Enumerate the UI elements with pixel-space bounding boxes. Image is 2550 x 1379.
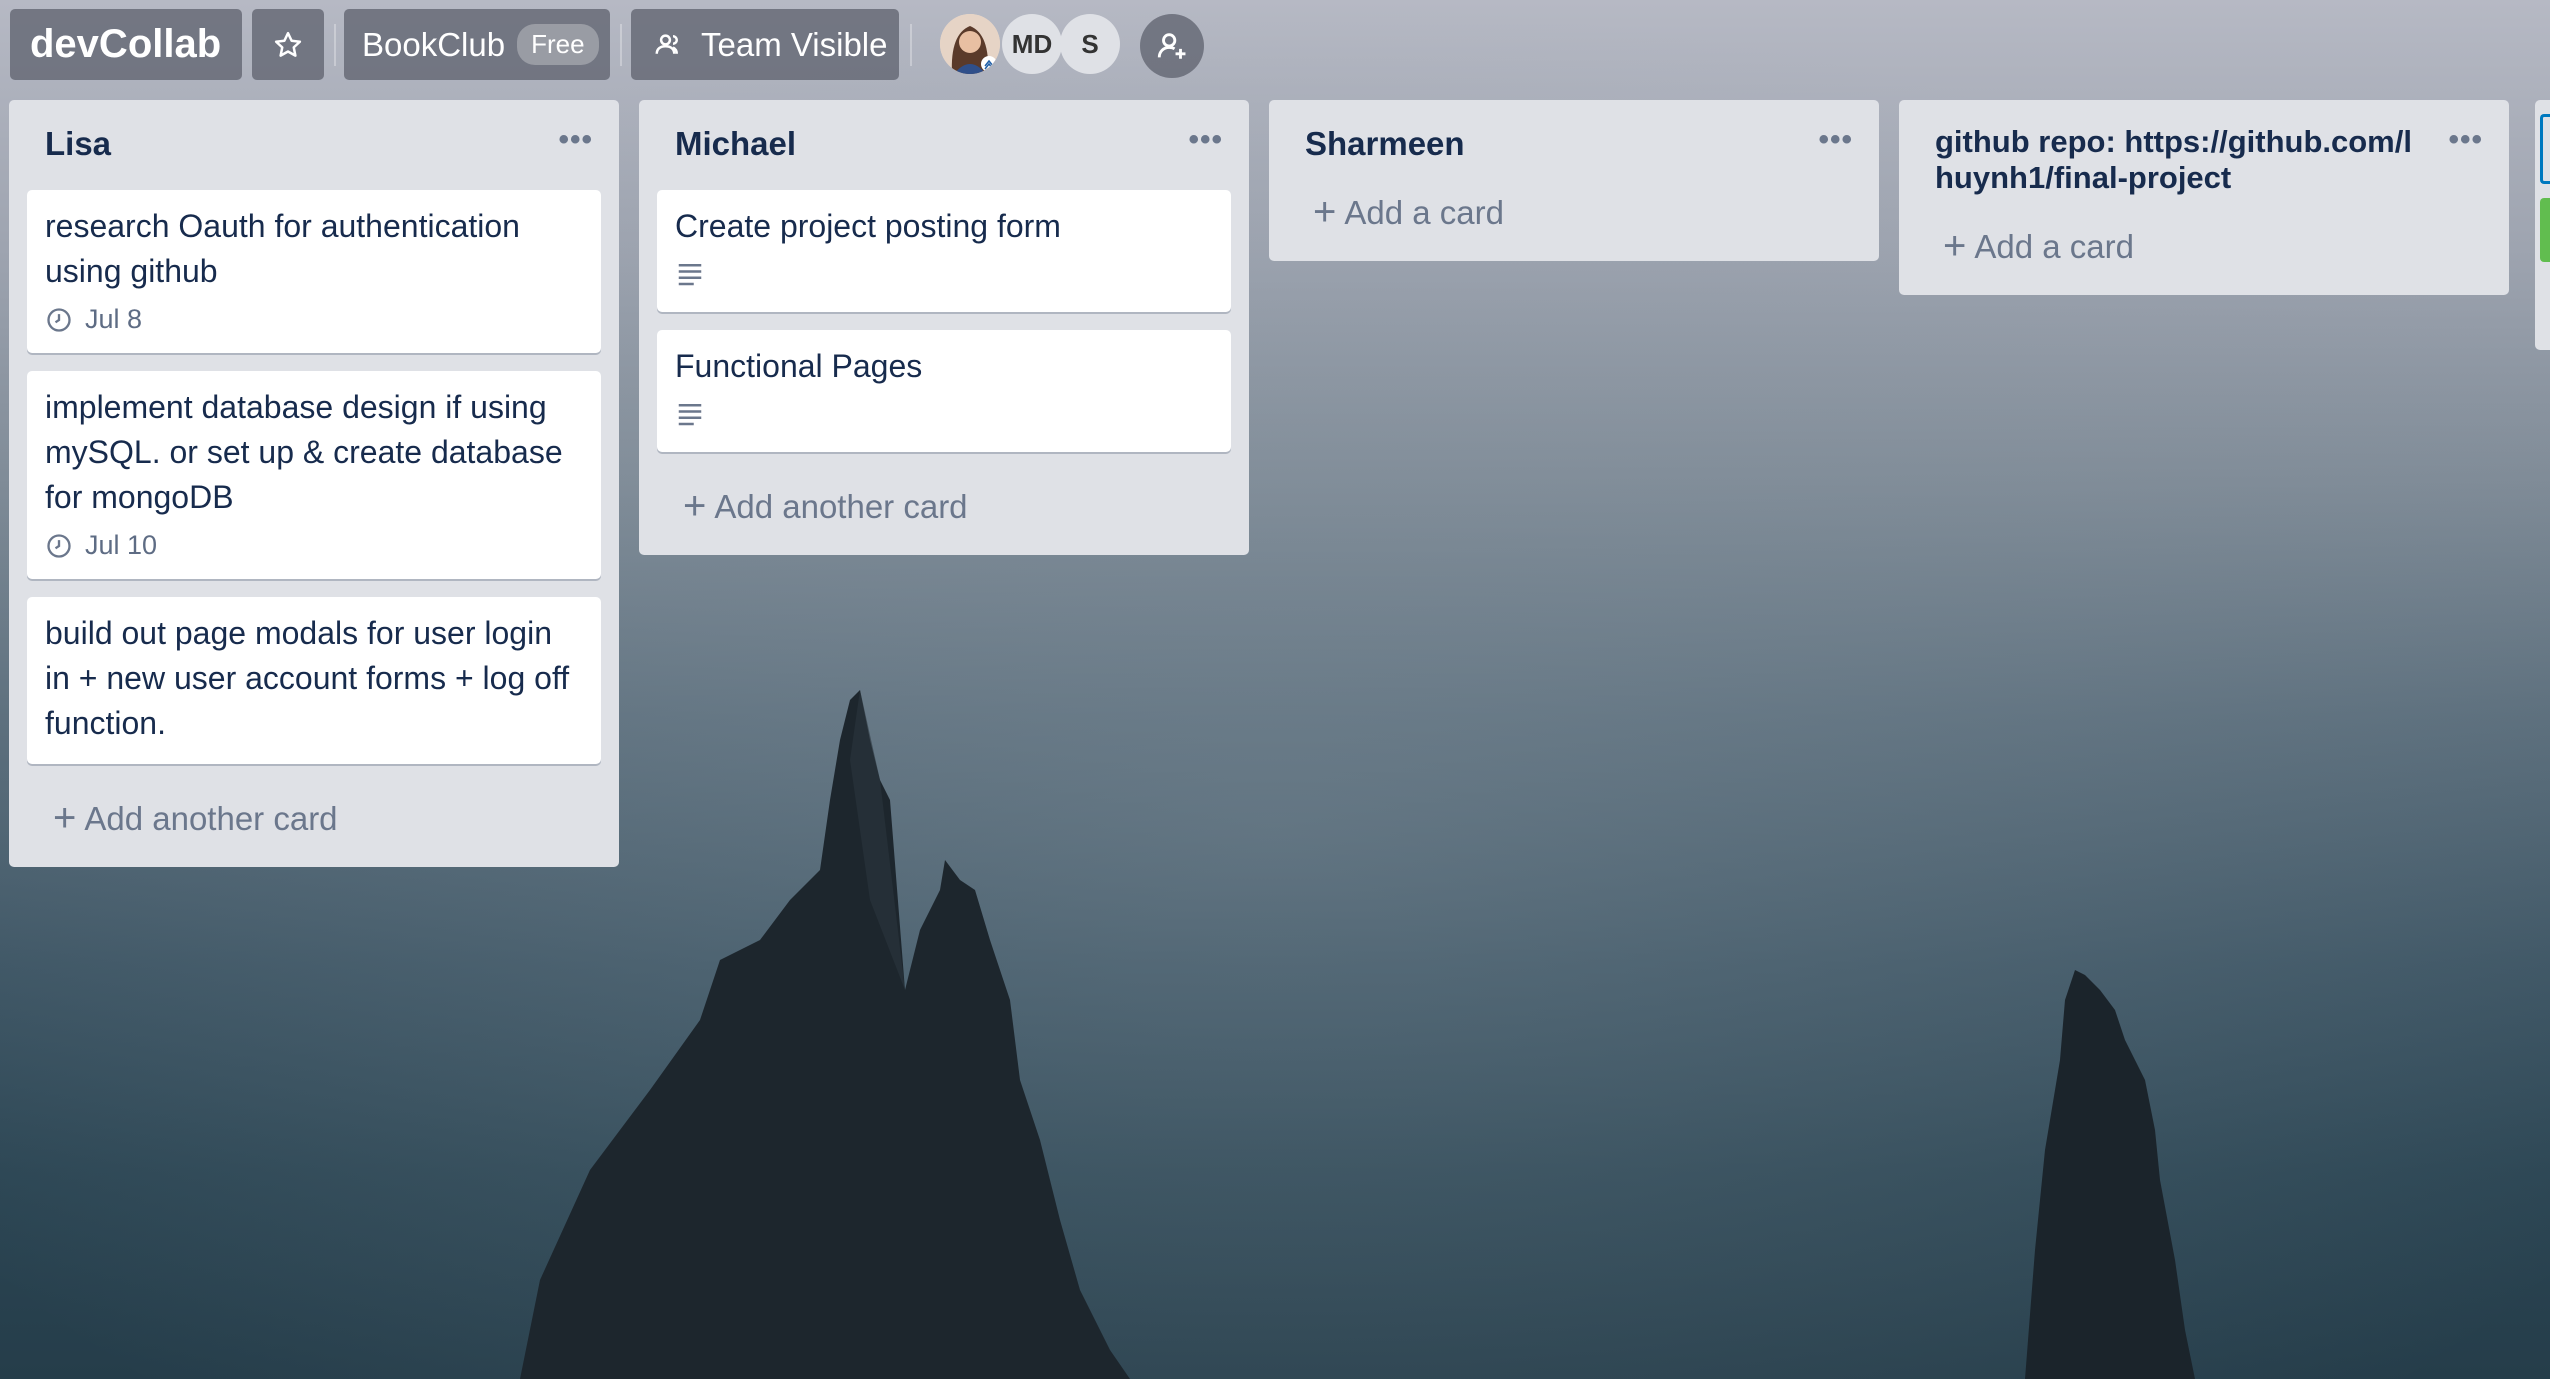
list-header[interactable]: Lisa •••	[9, 100, 619, 162]
team-name: BookClub	[362, 25, 506, 63]
add-card-label: Add another card	[84, 799, 338, 837]
member-initials: MD	[1011, 28, 1053, 59]
list-title: github repo: https://github.com/lhuynh1/…	[1935, 124, 2412, 195]
description-indicator	[675, 259, 1213, 294]
add-card-button[interactable]: + Add a card	[1899, 196, 2509, 295]
member-avatar[interactable]	[940, 14, 1000, 74]
star-board-button[interactable]	[252, 9, 324, 80]
card-title: implement database design if using mySQL…	[45, 389, 563, 515]
next-list-partial[interactable]	[2535, 100, 2550, 350]
add-member-icon	[1157, 33, 1186, 59]
card[interactable]: implement database design if using mySQL…	[27, 371, 601, 579]
card[interactable]: build out page modals for user login in …	[27, 597, 601, 764]
due-date-badge: Jul 10	[45, 530, 583, 561]
description-icon	[678, 264, 702, 286]
card-title: Functional Pages	[675, 348, 923, 384]
due-date: Jul 10	[85, 530, 158, 560]
card-title: build out page modals for user login in …	[45, 615, 570, 741]
board-title: devCollab	[30, 22, 222, 66]
more-icon[interactable]: •••	[1188, 122, 1223, 158]
list-title: Lisa	[45, 125, 112, 162]
board-header: devCollab BookClub Free Team Visible MD	[0, 0, 2550, 92]
card[interactable]: Create project posting form	[657, 190, 1231, 312]
card-title: Create project posting form	[675, 208, 1061, 244]
due-date-badge: Jul 8	[45, 304, 583, 335]
member-avatar[interactable]: S	[1060, 14, 1120, 74]
description-indicator	[675, 399, 1213, 434]
board-title-button[interactable]: devCollab	[10, 9, 242, 80]
card[interactable]: research Oauth for authentication using …	[27, 190, 601, 353]
plus-icon: +	[1313, 190, 1337, 234]
more-icon[interactable]: •••	[1818, 122, 1853, 158]
plus-icon: +	[1943, 224, 1967, 268]
list-title: Sharmeen	[1305, 125, 1465, 162]
add-card-label: Add a card	[1344, 193, 1504, 231]
team-icon	[655, 33, 678, 54]
plus-icon: +	[53, 796, 77, 840]
add-card-button[interactable]: + Add a card	[1269, 162, 1879, 261]
add-card-label: Add another card	[714, 487, 968, 525]
header-divider	[334, 24, 336, 66]
list-header[interactable]: Sharmeen •••	[1269, 100, 1879, 162]
list-github-repo: github repo: https://github.com/lhuynh1/…	[1899, 100, 2509, 295]
header-divider	[910, 24, 912, 66]
visibility-label: Team Visible	[701, 25, 888, 63]
member-avatar[interactable]: MD	[1002, 14, 1062, 74]
list-title: Michael	[675, 125, 797, 162]
clock-icon	[47, 307, 71, 332]
list-michael: Michael ••• Create project posting form …	[639, 100, 1249, 555]
card-title: research Oauth for authentication using …	[45, 208, 520, 289]
user-photo	[940, 14, 1000, 74]
card[interactable]: Functional Pages	[657, 330, 1231, 452]
description-icon	[678, 404, 702, 426]
header-divider	[620, 24, 622, 66]
visibility-button[interactable]: Team Visible	[631, 9, 899, 80]
invite-member-button[interactable]	[1140, 14, 1204, 78]
more-icon[interactable]: •••	[558, 122, 593, 158]
list-lisa: Lisa ••• research Oauth for authenticati…	[9, 100, 619, 867]
list-sharmeen: Sharmeen ••• + Add a card	[1269, 100, 1879, 261]
member-initials: S	[1081, 28, 1099, 59]
plus-icon: +	[683, 484, 707, 528]
clock-icon	[47, 533, 71, 558]
team-button[interactable]: BookClub Free	[344, 9, 610, 80]
add-card-button[interactable]: + Add another card	[9, 782, 619, 867]
due-date: Jul 8	[85, 304, 143, 334]
label-blue	[2540, 114, 2550, 184]
add-card-button[interactable]: + Add another card	[639, 470, 1249, 555]
label-green	[2540, 198, 2550, 262]
more-icon[interactable]: •••	[2448, 122, 2483, 158]
star-icon	[274, 31, 302, 57]
list-header[interactable]: github repo: https://github.com/lhuynh1/…	[1899, 100, 2509, 196]
list-header[interactable]: Michael •••	[639, 100, 1249, 162]
add-card-label: Add a card	[1974, 227, 2134, 265]
plan-badge: Free	[517, 24, 599, 65]
